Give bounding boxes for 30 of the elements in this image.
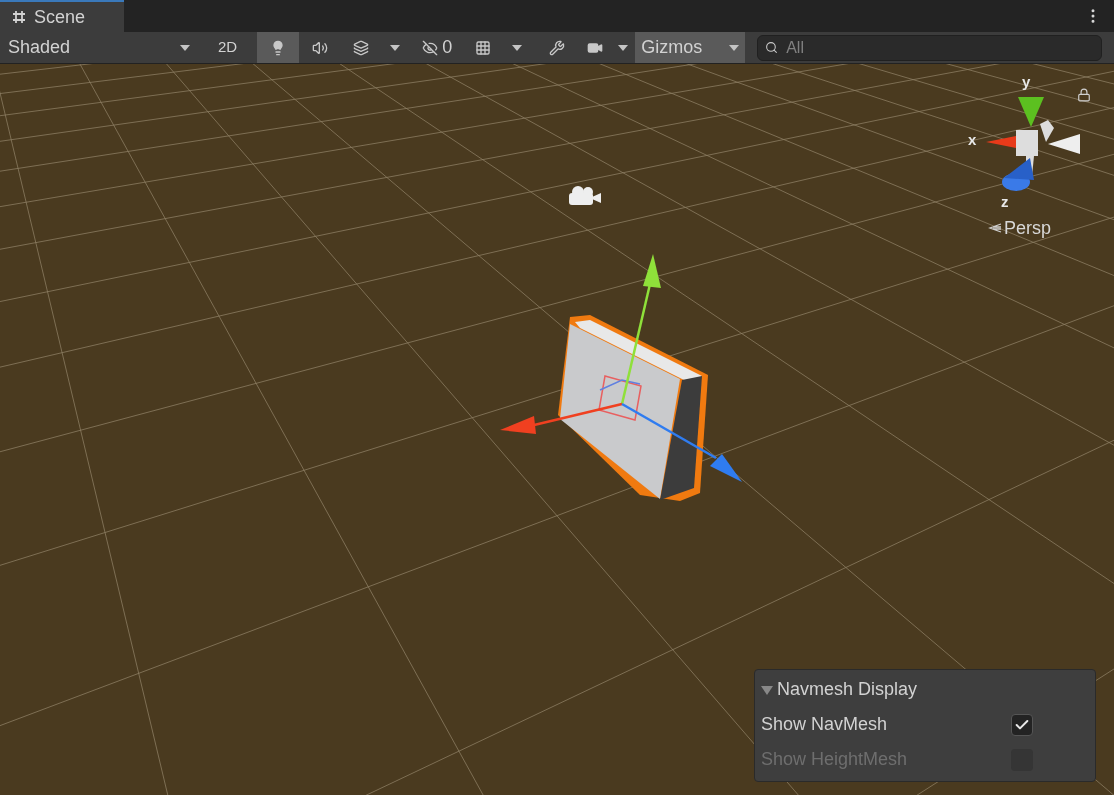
axis-label: y bbox=[1022, 74, 1031, 89]
gizmos-button[interactable]: Gizmos bbox=[635, 32, 746, 63]
foldout-arrow-icon bbox=[761, 683, 773, 696]
caret-icon bbox=[180, 44, 190, 51]
option-label: Show NavMesh bbox=[761, 713, 888, 736]
wrench-icon bbox=[549, 39, 566, 56]
caret-icon bbox=[729, 44, 740, 51]
hidden-eye-icon bbox=[422, 39, 439, 56]
scene-tab[interactable]: Scene bbox=[0, 0, 124, 32]
caret-icon bbox=[389, 44, 400, 51]
projection-label[interactable]: Persp bbox=[1004, 219, 1052, 237]
grid-icon bbox=[474, 39, 491, 56]
back-arrow-icon bbox=[988, 221, 1002, 235]
lock-icon[interactable] bbox=[1077, 88, 1091, 102]
caret-icon bbox=[617, 44, 628, 51]
checkbox[interactable] bbox=[1011, 713, 1033, 736]
caret-icon bbox=[511, 44, 522, 51]
lighting-toggle[interactable] bbox=[257, 32, 300, 63]
forward-arrow[interactable] bbox=[621, 402, 742, 482]
panel-header[interactable]: Navmesh Display bbox=[761, 676, 918, 703]
camera-icon bbox=[569, 186, 601, 205]
search-icon bbox=[765, 40, 779, 54]
up-arrow[interactable] bbox=[620, 254, 661, 405]
layers-icon bbox=[352, 39, 369, 56]
speaker-icon bbox=[312, 39, 329, 56]
axis-label: x bbox=[968, 132, 977, 147]
left-arrow[interactable] bbox=[500, 402, 623, 434]
search-field[interactable]: All bbox=[757, 34, 1102, 61]
axis-label: z bbox=[1001, 194, 1009, 209]
hash-icon bbox=[12, 10, 26, 24]
